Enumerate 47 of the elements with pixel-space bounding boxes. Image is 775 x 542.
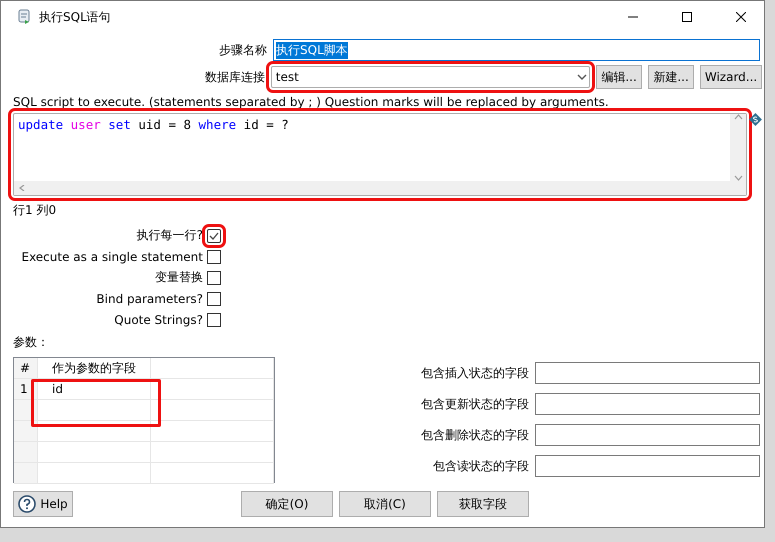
vertical-scrollbar[interactable]	[730, 114, 746, 181]
option-label: Bind parameters?	[95, 292, 203, 306]
help-icon	[18, 495, 36, 513]
table-cell	[14, 442, 38, 463]
status-field[interactable]	[535, 424, 760, 446]
column-header[interactable]: 作为参数的字段	[38, 358, 151, 379]
dialog-button[interactable]: 取消(C)	[339, 491, 431, 517]
connection-button[interactable]: 新建...	[648, 65, 694, 89]
cursor-position: 行1 列0	[13, 202, 58, 219]
scroll-down-icon[interactable]	[734, 175, 743, 181]
status-field[interactable]	[535, 362, 760, 384]
connection-button[interactable]: 编辑...	[596, 65, 642, 89]
option-label: Execute as a single statement	[20, 250, 203, 264]
window-title: 执行SQL语句	[39, 8, 112, 26]
scroll-left-icon[interactable]	[18, 185, 27, 191]
help-button[interactable]: Help	[13, 491, 73, 517]
horizontal-scrollbar[interactable]	[14, 181, 746, 195]
column-header[interactable]: #	[14, 358, 38, 379]
dialog-button[interactable]: 确定(O)	[241, 491, 333, 517]
field-label: 步骤名称	[218, 42, 267, 58]
checkbox[interactable]	[207, 250, 221, 264]
field-label: 包含更新状态的字段	[420, 396, 529, 412]
parameters-label: 参数：	[13, 334, 50, 351]
option-label: 变量替换	[154, 269, 203, 286]
checkbox[interactable]	[207, 292, 221, 306]
table-cell	[14, 463, 38, 484]
checkbox[interactable]	[207, 270, 221, 284]
variable-icon[interactable]	[749, 113, 762, 126]
field-label: 包含插入状态的字段	[420, 364, 529, 382]
status-field[interactable]	[535, 393, 760, 415]
field-label: 包含删除状态的字段	[420, 426, 529, 444]
checkbox[interactable]	[207, 312, 221, 326]
close-icon	[736, 12, 746, 22]
sql-description: SQL script to execute. (statements separated by ; ) Question marks will be replaced by arguments.	[13, 95, 610, 109]
chevron-down-icon	[577, 74, 588, 80]
scroll-up-icon[interactable]	[734, 114, 743, 120]
field-label: 包含读状态的字段	[432, 458, 529, 474]
option-label: 执行每一行?	[136, 227, 203, 244]
table-cell	[14, 421, 38, 442]
maximize-icon	[682, 12, 692, 22]
dialog-button[interactable]: 获取字段	[437, 491, 529, 517]
connection-button[interactable]: Wizard...	[700, 65, 762, 89]
field-label: 数据库连接	[204, 68, 265, 86]
step-name-field[interactable]: 执行SQL脚本	[273, 39, 760, 61]
option-label: Quote Strings?	[113, 312, 203, 326]
script-icon	[17, 9, 31, 25]
status-field[interactable]	[535, 455, 760, 477]
